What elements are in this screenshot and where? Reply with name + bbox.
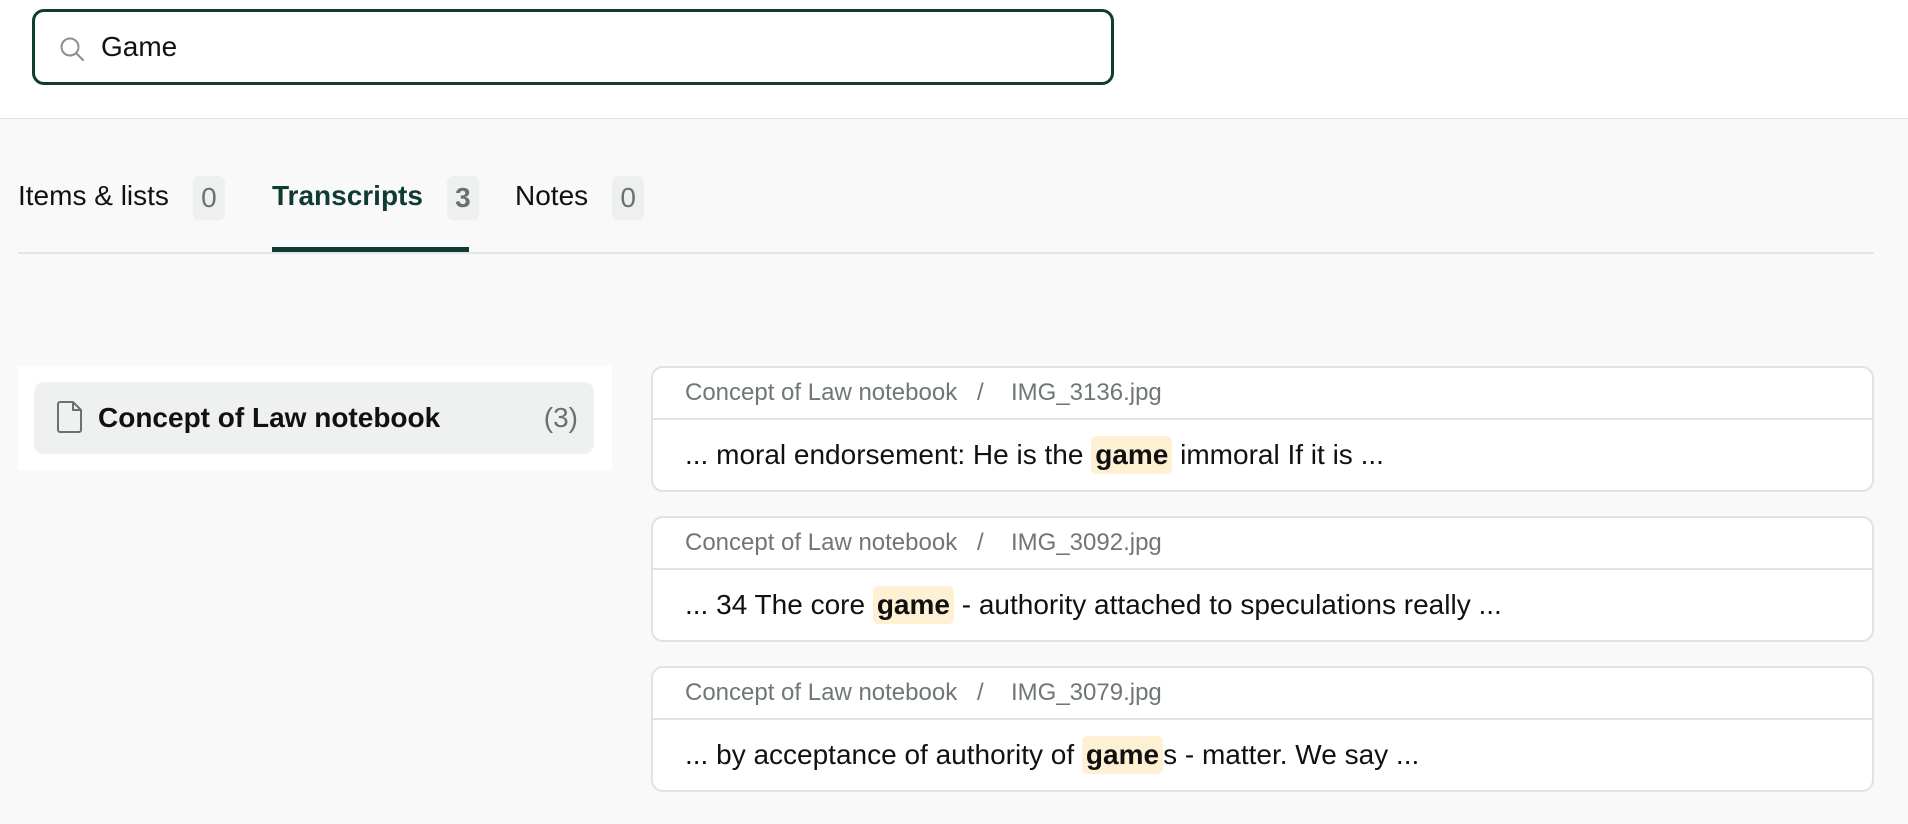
tab-items-lists[interactable]: Items & lists 0: [18, 176, 225, 250]
breadcrumb-separator: /: [977, 379, 984, 406]
document-filter-panel: Concept of Law notebook (3): [18, 366, 612, 470]
result-breadcrumb: Concept of Law notebook / IMG_3092.jpg: [653, 518, 1872, 570]
tab-label: Notes: [515, 180, 589, 211]
result-snippet: ... moral endorsement: He is the game im…: [685, 436, 1384, 474]
search-icon: [60, 37, 84, 61]
snippet-before: ... by acceptance of authority of: [685, 739, 1082, 770]
breadcrumb-separator: /: [977, 679, 984, 706]
result-breadcrumb: Concept of Law notebook / IMG_3079.jpg: [653, 668, 1872, 720]
document-icon: [57, 401, 82, 433]
snippet-highlight: game: [1081, 736, 1164, 774]
result-snippet: ... 34 The core game - authority attache…: [685, 586, 1502, 624]
snippet-after: immoral If it is ...: [1172, 439, 1384, 470]
tab-label: Items & lists: [18, 180, 169, 211]
tab-count-badge: 3: [446, 176, 479, 220]
snippet-before: ... moral endorsement: He is the: [685, 439, 1092, 470]
result-snippet: ... by acceptance of authority of game s …: [685, 736, 1419, 774]
search-box[interactable]: [32, 9, 1114, 85]
document-title: Concept of Law notebook: [98, 402, 441, 433]
tab-transcripts[interactable]: Transcripts 3: [272, 176, 479, 252]
breadcrumb-notebook[interactable]: Concept of Law notebook: [685, 528, 957, 558]
tab-label: Transcripts: [272, 180, 423, 211]
tab-notes[interactable]: Notes 0: [515, 176, 645, 250]
snippet-highlight: game: [1091, 436, 1173, 474]
breadcrumb-file[interactable]: IMG_3092.jpg: [1011, 528, 1162, 558]
result-card[interactable]: Concept of Law notebook / IMG_3092.jpg .…: [651, 516, 1874, 642]
snippet-before: ... 34 The core: [685, 589, 873, 620]
breadcrumb-file[interactable]: IMG_3079.jpg: [1011, 678, 1162, 708]
breadcrumb-separator: /: [977, 529, 984, 556]
breadcrumb-file[interactable]: IMG_3136.jpg: [1011, 378, 1162, 408]
results-tabs: Items & lists 0 Transcripts 3 Notes 0: [18, 120, 1874, 254]
snippet-after: s - matter. We say ...: [1163, 739, 1420, 770]
document-filter-item[interactable]: Concept of Law notebook (3): [34, 382, 594, 454]
document-match-count: (3): [543, 402, 578, 433]
snippet-after: - authority attached to speculations rea…: [953, 589, 1502, 620]
result-breadcrumb: Concept of Law notebook / IMG_3136.jpg: [653, 368, 1872, 420]
result-card[interactable]: Concept of Law notebook / IMG_3079.jpg .…: [651, 666, 1874, 792]
tab-count-badge: 0: [192, 176, 225, 220]
breadcrumb-notebook[interactable]: Concept of Law notebook: [685, 678, 957, 708]
active-tab-indicator: [272, 247, 469, 252]
search-input[interactable]: [101, 22, 1081, 72]
tab-count-badge: 0: [612, 176, 645, 220]
breadcrumb-notebook[interactable]: Concept of Law notebook: [685, 378, 957, 408]
snippet-highlight: game: [872, 586, 954, 624]
result-card[interactable]: Concept of Law notebook / IMG_3136.jpg .…: [651, 366, 1874, 492]
search-bar-area: [0, 0, 1908, 119]
